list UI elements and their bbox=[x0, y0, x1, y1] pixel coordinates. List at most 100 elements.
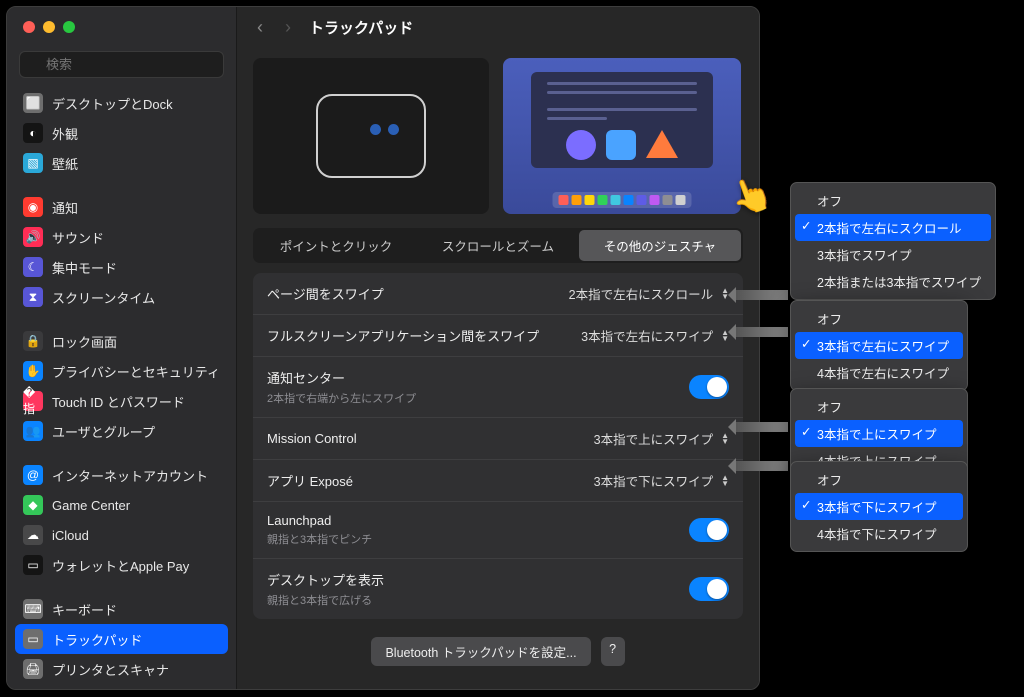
toggle-switch[interactable] bbox=[689, 577, 729, 601]
sidebar-item-label: 外観 bbox=[52, 124, 78, 143]
sidebar-icon: ⧗ bbox=[23, 287, 43, 307]
sidebar-item[interactable]: ☁iCloud bbox=[15, 520, 228, 550]
search-input[interactable] bbox=[19, 51, 224, 78]
sidebar-item-label: Game Center bbox=[52, 498, 130, 513]
menu-item[interactable]: オフ bbox=[795, 393, 963, 420]
sidebar-icon: 👥 bbox=[23, 421, 43, 441]
settings-row: 通知センター 2本指で右端から左にスワイプ bbox=[253, 357, 743, 418]
sidebar-item[interactable]: ▭ トラックパッド bbox=[15, 624, 228, 654]
row-title: フルスクリーンアプリケーション間をスワイプ bbox=[267, 326, 581, 345]
row-title: 通知センター bbox=[267, 368, 689, 387]
sidebar-icon: 🔊 bbox=[23, 227, 43, 247]
sidebar-item-label: ロック画面 bbox=[52, 332, 117, 351]
help-button[interactable]: ? bbox=[601, 637, 625, 666]
close-icon[interactable] bbox=[23, 21, 35, 33]
sidebar-item-label: サウンド bbox=[52, 228, 104, 247]
minimize-icon[interactable] bbox=[43, 21, 55, 33]
sidebar-item[interactable]: ⌨キーボード bbox=[15, 594, 228, 624]
menu-item[interactable]: オフ bbox=[795, 466, 963, 493]
sidebar-item[interactable]: 👥 ユーザとグループ bbox=[15, 416, 228, 446]
sidebar-item[interactable]: �指Touch ID とパスワード bbox=[15, 386, 228, 416]
menu-item[interactable]: オフ bbox=[795, 305, 963, 332]
settings-row: Launchpad親指と3本指でピンチ bbox=[253, 502, 743, 559]
tab[interactable]: スクロールとズーム bbox=[417, 230, 579, 261]
forward-button[interactable]: › bbox=[281, 17, 295, 38]
sidebar-item[interactable]: ☾集中モード bbox=[15, 252, 228, 282]
sidebar-item[interactable]: ⧗ スクリーンタイム bbox=[15, 282, 228, 312]
sidebar-icon: ▭ bbox=[23, 629, 43, 649]
arrow-icon bbox=[736, 461, 788, 471]
sidebar-item-label: ユーザとグループ bbox=[52, 422, 155, 441]
arrow-icon bbox=[736, 327, 788, 337]
sidebar-icon: ▧ bbox=[23, 153, 43, 173]
arrow-icon bbox=[736, 290, 788, 300]
menu-item[interactable]: 3本指で下にスワイプ bbox=[795, 493, 963, 520]
sidebar-item-label: トラックパッド bbox=[52, 630, 142, 649]
sidebar-item[interactable]: ◆ Game Center bbox=[15, 490, 228, 520]
popup-value: 3本指で上にスワイプ bbox=[594, 429, 713, 448]
sidebar-item[interactable]: ◐ 外観 bbox=[15, 118, 228, 148]
menu-item[interactable]: 3本指で上にスワイプ bbox=[795, 420, 963, 447]
menu-item[interactable]: 2本指で左右にスクロール bbox=[795, 214, 991, 241]
trackpad-preview bbox=[253, 58, 489, 214]
dropdown-menu: オフ2本指で左右にスクロール3本指でスワイプ2本指または3本指でスワイプ bbox=[790, 182, 996, 300]
stepper-icon: ▲▼ bbox=[721, 475, 729, 487]
popup-button[interactable]: 3本指で下にスワイプ▲▼ bbox=[594, 471, 729, 490]
sidebar-icon: ⬜ bbox=[23, 93, 43, 113]
main-panel: ‹ › トラックパッド bbox=[237, 7, 759, 689]
sidebar-icon: ◆ bbox=[23, 495, 43, 515]
settings-row: アプリ Exposé3本指で下にスワイプ▲▼ bbox=[253, 460, 743, 502]
sidebar-item[interactable]: 🔊 サウンド bbox=[15, 222, 228, 252]
popup-button[interactable]: 3本指で左右にスワイプ▲▼ bbox=[581, 326, 729, 345]
sidebar-item[interactable]: ⬜ デスクトップとDock bbox=[15, 88, 228, 118]
settings-row: Mission Control3本指で上にスワイプ▲▼ bbox=[253, 418, 743, 460]
menu-item[interactable]: 2本指または3本指でスワイプ bbox=[795, 268, 991, 295]
menu-item[interactable]: オフ bbox=[795, 187, 991, 214]
toggle-switch[interactable] bbox=[689, 375, 729, 399]
menu-item[interactable]: 4本指で左右にスワイプ bbox=[795, 359, 963, 386]
sidebar-item-label: インターネットアカウント bbox=[52, 466, 208, 485]
sidebar-icon: ◉ bbox=[23, 197, 43, 217]
dropdown-menu: オフ3本指で左右にスワイプ4本指で左右にスワイプ bbox=[790, 300, 968, 391]
settings-window: ⌕ ⬜デスクトップとDock◐外観▧壁紙◉通知🔊サウンド☾集中モード⧗スクリーン… bbox=[6, 6, 760, 690]
settings-row: ページ間をスワイプ2本指で左右にスクロール▲▼ bbox=[253, 273, 743, 315]
gesture-preview bbox=[503, 58, 741, 214]
sidebar-item-label: デスクトップとDock bbox=[52, 94, 173, 113]
sidebar: ⌕ ⬜デスクトップとDock◐外観▧壁紙◉通知🔊サウンド☾集中モード⧗スクリーン… bbox=[7, 7, 237, 689]
sidebar-item-label: プライバシーとセキュリティ bbox=[52, 362, 220, 381]
sidebar-icon: ◐ bbox=[23, 123, 43, 143]
zoom-icon[interactable] bbox=[63, 21, 75, 33]
arrow-icon bbox=[736, 422, 788, 432]
popup-button[interactable]: 3本指で上にスワイプ▲▼ bbox=[594, 429, 729, 448]
tab[interactable]: ポイントとクリック bbox=[255, 230, 417, 261]
row-subtitle: 2本指で右端から左にスワイプ bbox=[267, 390, 689, 406]
sidebar-icon: ⌨ bbox=[23, 599, 43, 619]
back-button[interactable]: ‹ bbox=[253, 17, 267, 38]
menu-item[interactable]: 4本指で下にスワイプ bbox=[795, 520, 963, 547]
dropdown-menu: オフ3本指で下にスワイプ4本指で下にスワイプ bbox=[790, 461, 968, 552]
tab[interactable]: その他のジェスチャ bbox=[579, 230, 741, 261]
settings-row: デスクトップを表示親指と3本指で広げる bbox=[253, 559, 743, 619]
menu-item[interactable]: 3本指で左右にスワイプ bbox=[795, 332, 963, 359]
row-title: Mission Control bbox=[267, 431, 594, 446]
sidebar-item-label: スクリーンタイム bbox=[52, 288, 155, 307]
sidebar-item[interactable]: ✋ プライバシーとセキュリティ bbox=[15, 356, 228, 386]
sidebar-item[interactable]: ▭ウォレットとApple Pay bbox=[15, 550, 228, 580]
sidebar-item[interactable]: 🖨プリンタとスキャナ bbox=[15, 654, 228, 684]
row-title: ページ間をスワイプ bbox=[267, 284, 569, 303]
sidebar-item-label: 通知 bbox=[52, 198, 78, 217]
sidebar-item-label: Touch ID とパスワード bbox=[52, 392, 185, 411]
sidebar-item-label: 集中モード bbox=[52, 258, 117, 277]
sidebar-icon: ☁ bbox=[23, 525, 43, 545]
toggle-switch[interactable] bbox=[689, 518, 729, 542]
sidebar-item[interactable]: ◉ 通知 bbox=[15, 192, 228, 222]
sidebar-item[interactable]: @インターネットアカウント bbox=[15, 460, 228, 490]
popup-button[interactable]: 2本指で左右にスクロール▲▼ bbox=[569, 284, 729, 303]
sidebar-item[interactable]: 🔒ロック画面 bbox=[15, 326, 228, 356]
sidebar-icon: ✋ bbox=[23, 361, 43, 381]
sidebar-item[interactable]: ▧壁紙 bbox=[15, 148, 228, 178]
row-title: Launchpad bbox=[267, 513, 689, 528]
bluetooth-trackpad-button[interactable]: Bluetooth トラックパッドを設定... bbox=[371, 637, 590, 666]
menu-item[interactable]: 3本指でスワイプ bbox=[795, 241, 991, 268]
tab-bar: ポイントとクリックスクロールとズームその他のジェスチャ bbox=[253, 228, 743, 263]
